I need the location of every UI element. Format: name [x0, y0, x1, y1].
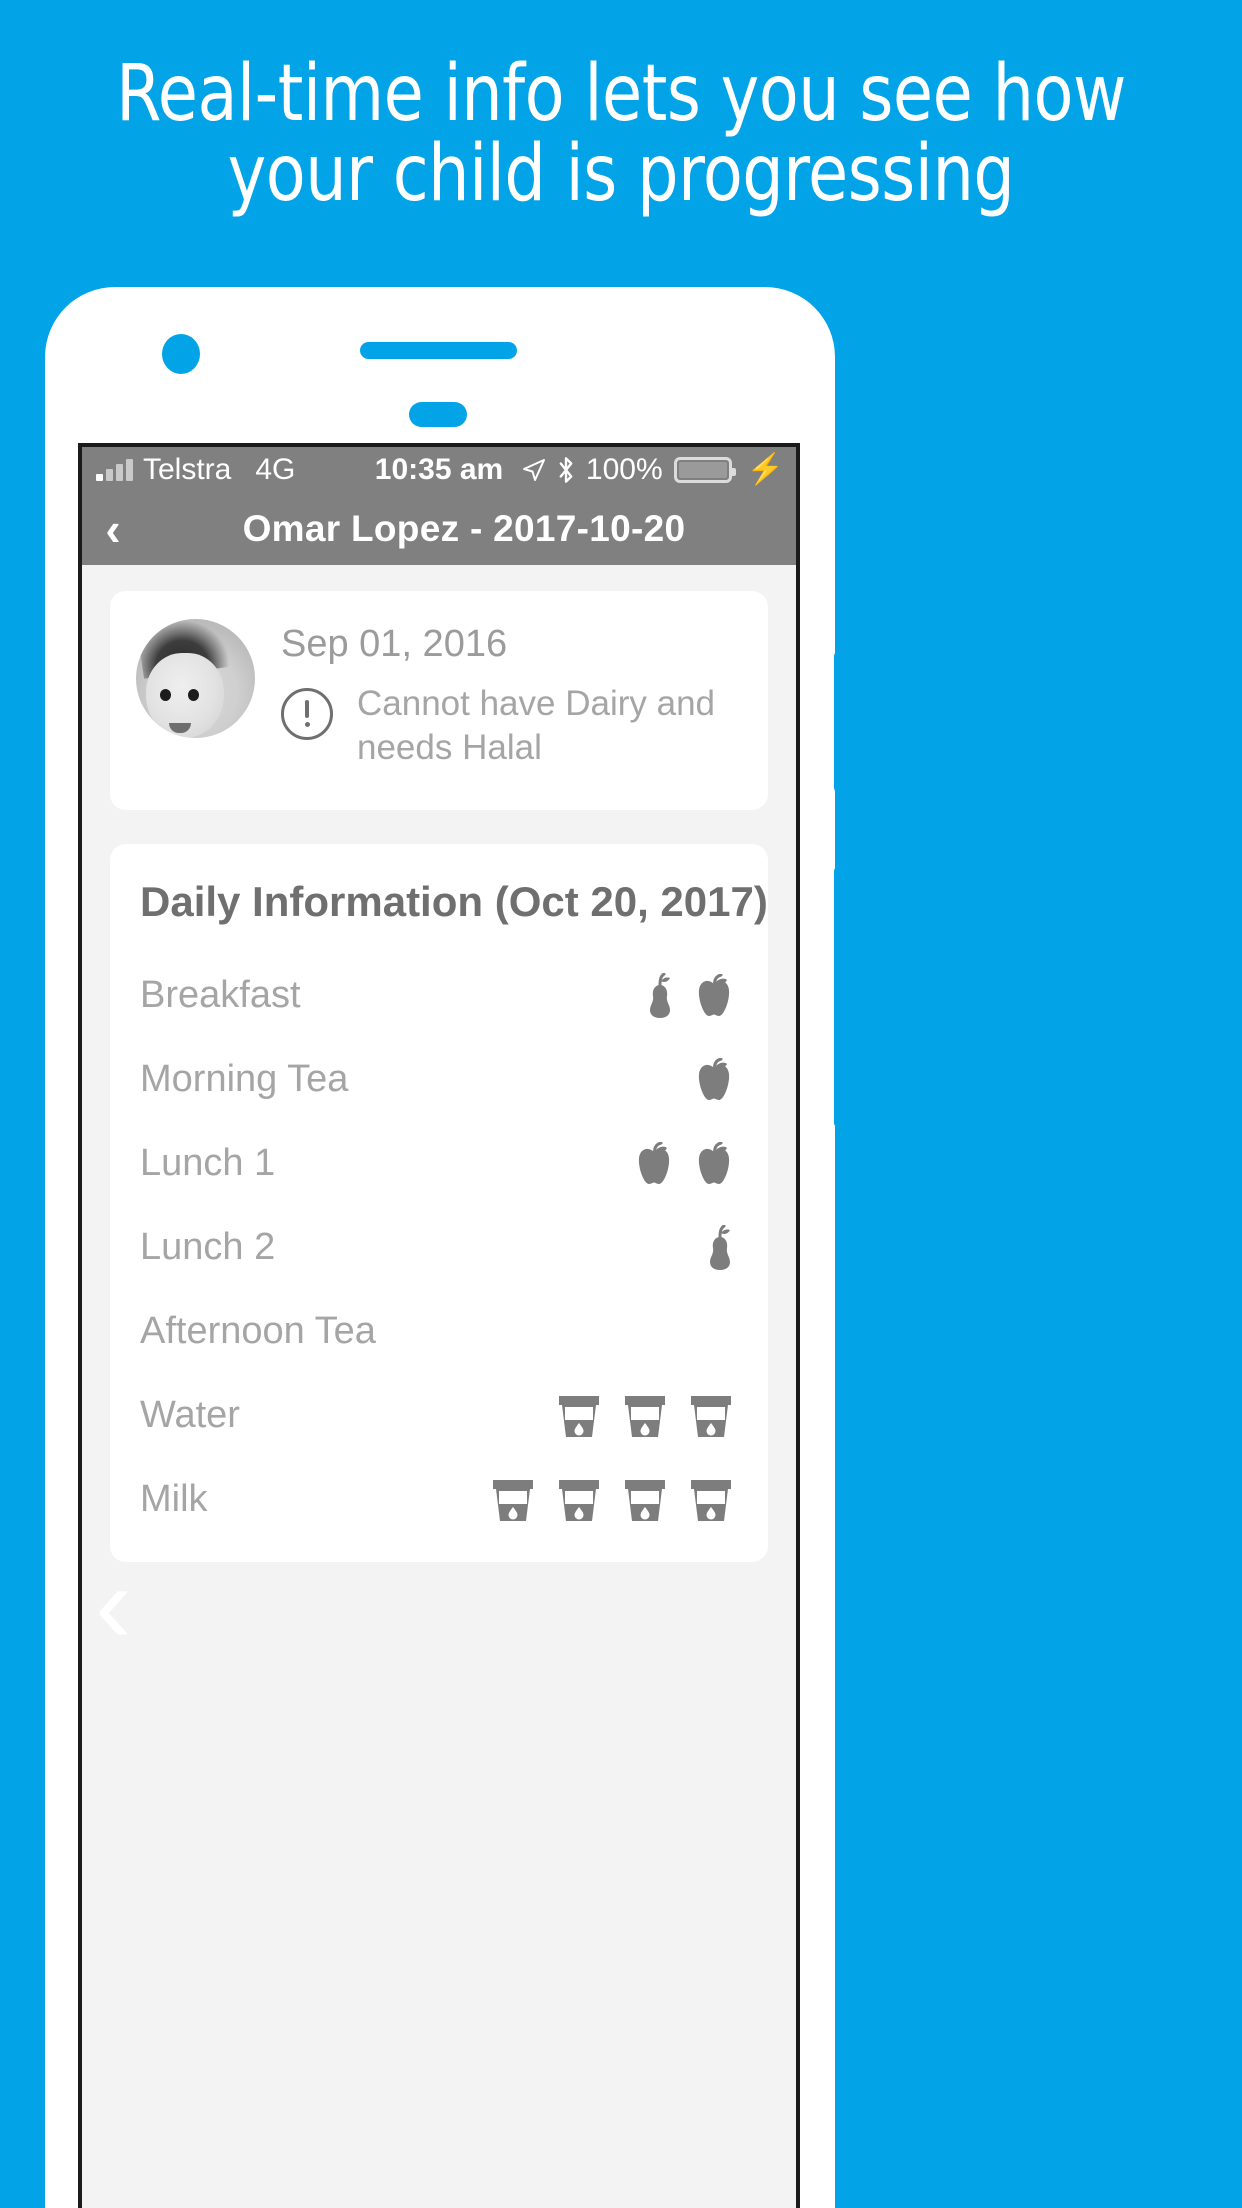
birth-date-label: Sep 01, 2016 [281, 623, 508, 665]
charging-bolt-icon: ⚡ [746, 453, 784, 486]
avatar-eye-left [160, 689, 171, 701]
meal-row[interactable]: Afternoon Tea [140, 1290, 738, 1374]
cup-icon [493, 1479, 533, 1521]
cup-icon [691, 1395, 731, 1437]
meal-label: Breakfast [140, 974, 301, 1016]
allergy-text: Cannot have Dairy and needs Halal [357, 682, 715, 770]
earpiece-speaker [360, 342, 517, 359]
back-button[interactable]: ‹ [82, 502, 144, 556]
avatar-eye-right [188, 689, 199, 701]
meal-icon-group [694, 1057, 738, 1102]
meal-row[interactable]: Lunch 1 [140, 1122, 738, 1206]
meal-row[interactable]: Water [140, 1374, 738, 1458]
meal-icon-group [634, 1141, 738, 1186]
daily-information-card: Daily Information (Oct 20, 2017) Breakfa… [110, 843, 768, 1562]
status-bar: Telstra 4G 10:35 am 100% ⚡ [82, 447, 796, 493]
headline-line-1: Real-time info lets you see how [116, 49, 1126, 139]
phone-mockup: Telstra 4G 10:35 am 100% ⚡ ‹ Omar Lopez … [45, 287, 845, 2208]
pear-icon [710, 1224, 730, 1270]
location-arrow-icon [522, 459, 545, 481]
meal-label: Milk [140, 1478, 208, 1520]
allergy-line-2: needs Halal [357, 727, 542, 767]
meal-icon-group [646, 972, 738, 1019]
status-bar-right: 100% ⚡ [522, 453, 796, 487]
front-camera-icon [162, 334, 200, 374]
headline: Real-time info lets you see how your chi… [43, 49, 1198, 219]
apple-icon [698, 973, 730, 1016]
home-indicator [409, 402, 467, 427]
battery-icon [673, 457, 736, 483]
daily-information-title: Daily Information (Oct 20, 2017) [140, 877, 768, 925]
meal-label: Water [140, 1394, 240, 1436]
meal-rows-list: Breakfast Morning Tea Lunch 1 Lunch 2 Aftern… [140, 954, 738, 1542]
volume-up-button[interactable] [834, 652, 845, 792]
navigation-bar: ‹ Omar Lopez - 2017-10-20 [82, 493, 796, 565]
apple-icon [698, 1141, 730, 1184]
phone-screen: Telstra 4G 10:35 am 100% ⚡ ‹ Omar Lopez … [78, 443, 800, 2208]
carousel-prev-arrow[interactable]: ‹ [95, 1550, 132, 1660]
meal-row[interactable]: Morning Tea [140, 1038, 738, 1122]
meal-label: Lunch 1 [140, 1142, 276, 1184]
meal-row[interactable]: Lunch 2 [140, 1206, 738, 1290]
meal-icon-group [556, 1392, 738, 1440]
apple-icon [638, 1141, 670, 1184]
exclamation-circle-icon [281, 688, 333, 740]
meal-icon-group [706, 1224, 738, 1271]
pear-icon [650, 972, 670, 1018]
avatar [136, 619, 255, 738]
apple-icon [698, 1057, 730, 1100]
cup-icon [559, 1479, 599, 1521]
headline-line-2: your child is progressing [227, 128, 1015, 219]
meal-row[interactable]: Breakfast [140, 954, 738, 1038]
cup-icon [625, 1395, 665, 1437]
bluetooth-icon [559, 457, 573, 483]
meal-icon-group [490, 1476, 738, 1524]
meal-label: Afternoon Tea [140, 1310, 376, 1352]
volume-down-button[interactable] [834, 867, 845, 1127]
meal-row[interactable]: Milk [140, 1458, 738, 1542]
allergy-line-1: Cannot have Dairy and [357, 684, 715, 723]
cup-icon [559, 1395, 599, 1437]
profile-info: Sep 01, 2016 Cannot have Dairy and needs… [281, 619, 742, 770]
meal-label: Lunch 2 [140, 1226, 276, 1268]
allergy-notice: Cannot have Dairy and needs Halal [281, 682, 742, 770]
battery-percent-label: 100% [585, 453, 663, 486]
child-profile-card[interactable]: Sep 01, 2016 Cannot have Dairy and needs… [110, 591, 768, 810]
meal-label: Morning Tea [140, 1058, 349, 1100]
cup-icon [625, 1479, 665, 1521]
page-title: Omar Lopez - 2017-10-20 [242, 508, 686, 549]
screen-content: Sep 01, 2016 Cannot have Dairy and needs… [82, 591, 796, 2208]
cup-icon [691, 1479, 731, 1521]
